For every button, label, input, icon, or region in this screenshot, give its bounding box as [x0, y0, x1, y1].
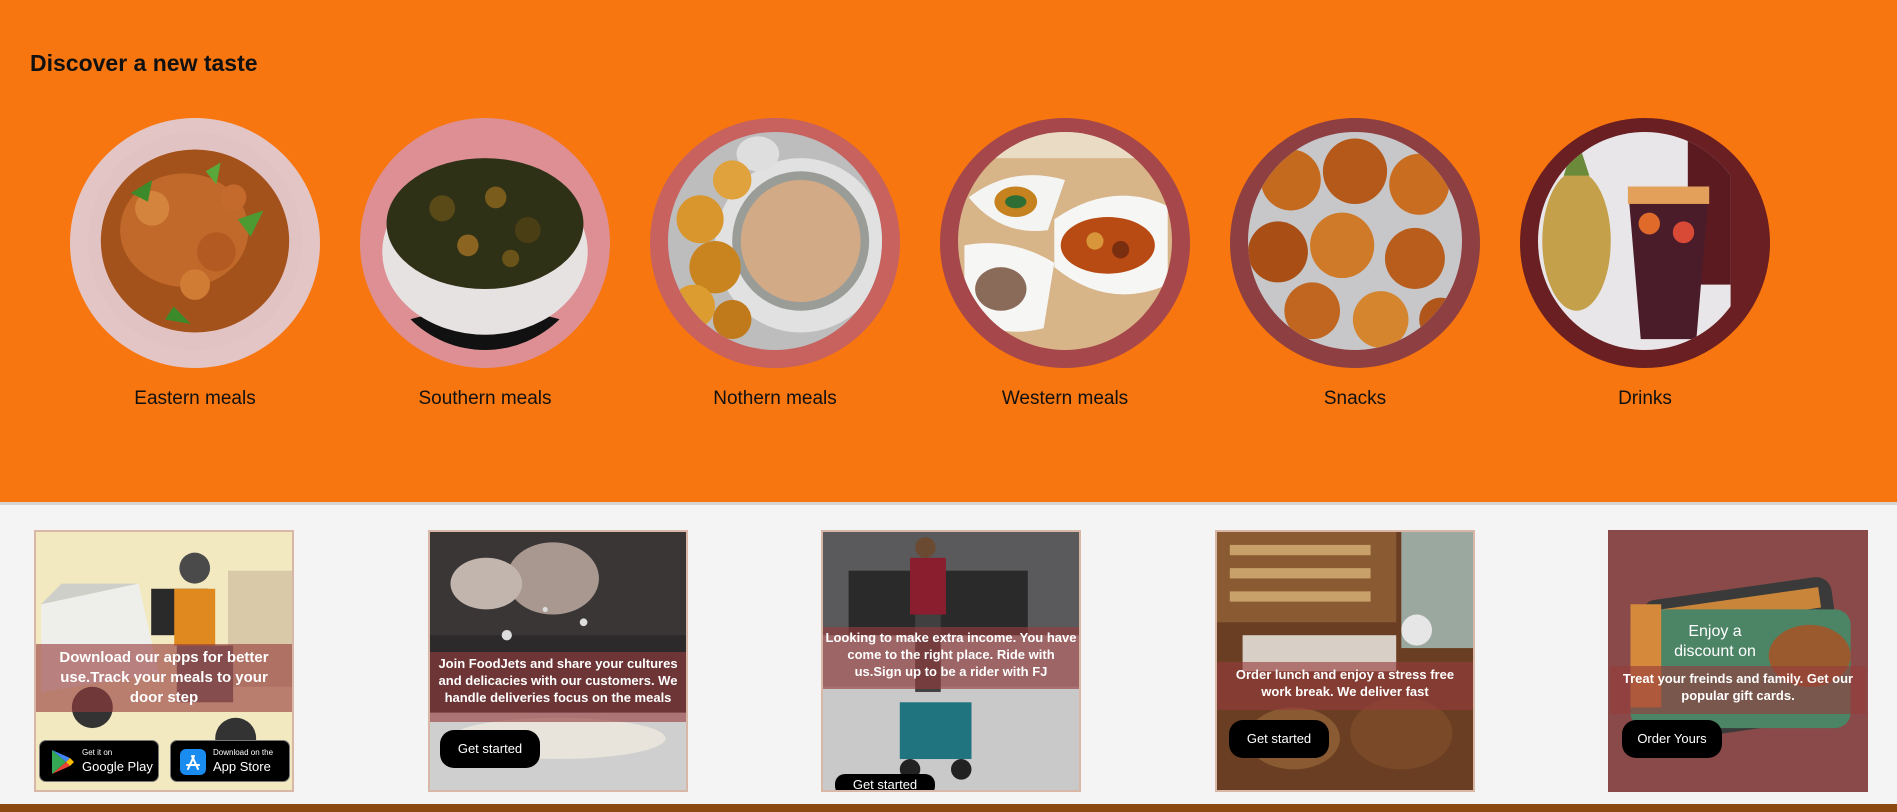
become-rider-card: Looking to make extra income. You have c…	[821, 530, 1081, 792]
category-southern-meals[interactable]: Southern meals	[360, 118, 610, 418]
card-text: Download our apps for better use.Track y…	[36, 644, 292, 712]
card-text: Join FoodJets and share your cultures an…	[430, 652, 686, 722]
category-label: Snacks	[1323, 388, 1387, 409]
southern-meals-image	[378, 132, 592, 350]
card-text: Order lunch and enjoy a stress free work…	[1217, 662, 1473, 710]
join-vendor-card: Join FoodJets and share your cultures an…	[428, 530, 688, 792]
section-title: Discover a new taste	[30, 50, 258, 76]
store-caption: Download on the	[213, 748, 274, 757]
store-caption: Get it on	[82, 748, 113, 757]
category-label: Western meals	[1001, 388, 1129, 409]
category-nothern-meals[interactable]: Nothern meals	[650, 118, 900, 418]
eastern-meals-image	[88, 132, 302, 350]
get-started-button[interactable]: Get started	[1229, 720, 1329, 758]
category-eastern-meals[interactable]: Eastern meals	[70, 118, 320, 418]
category-snacks[interactable]: Snacks	[1230, 118, 1480, 418]
gift-card-text: Enjoy a discount on	[1674, 623, 1756, 660]
order-lunch-card: Order lunch and enjoy a stress free work…	[1215, 530, 1475, 792]
card-text: Looking to make extra income. You have c…	[823, 627, 1079, 689]
category-label: Southern meals	[418, 388, 552, 409]
drinks-image	[1538, 132, 1752, 350]
nothern-meals-image	[668, 132, 882, 350]
app-store-icon	[180, 749, 206, 775]
get-started-button[interactable]: Get started	[440, 730, 540, 768]
category-drinks[interactable]: Drinks	[1520, 118, 1770, 418]
order-yours-button[interactable]: Order Yours	[1622, 720, 1722, 758]
category-label: Eastern meals	[134, 388, 256, 409]
discover-section: Discover a new taste Eastern meals South…	[0, 0, 1897, 502]
store-name: Google Play	[82, 759, 153, 774]
bottom-strip	[0, 804, 1897, 812]
store-name: App Store	[213, 759, 271, 774]
card-text: Treat your freinds and family. Get our p…	[1610, 666, 1866, 714]
snacks-image	[1248, 132, 1462, 350]
western-meals-image	[958, 132, 1172, 350]
google-play-button[interactable]: Get it on Google Play	[39, 740, 159, 782]
google-play-icon	[52, 750, 74, 774]
app-store-button[interactable]: Download on the App Store	[170, 740, 290, 782]
category-western-meals[interactable]: Western meals	[940, 118, 1190, 418]
category-label: Nothern meals	[713, 388, 837, 409]
category-label: Drinks	[1618, 388, 1672, 409]
download-apps-card: Download our apps for better use.Track y…	[34, 530, 294, 792]
get-started-button[interactable]: Get started	[835, 774, 935, 790]
gift-card-card: Enjoy a discount on Treat your freinds a…	[1608, 530, 1868, 792]
